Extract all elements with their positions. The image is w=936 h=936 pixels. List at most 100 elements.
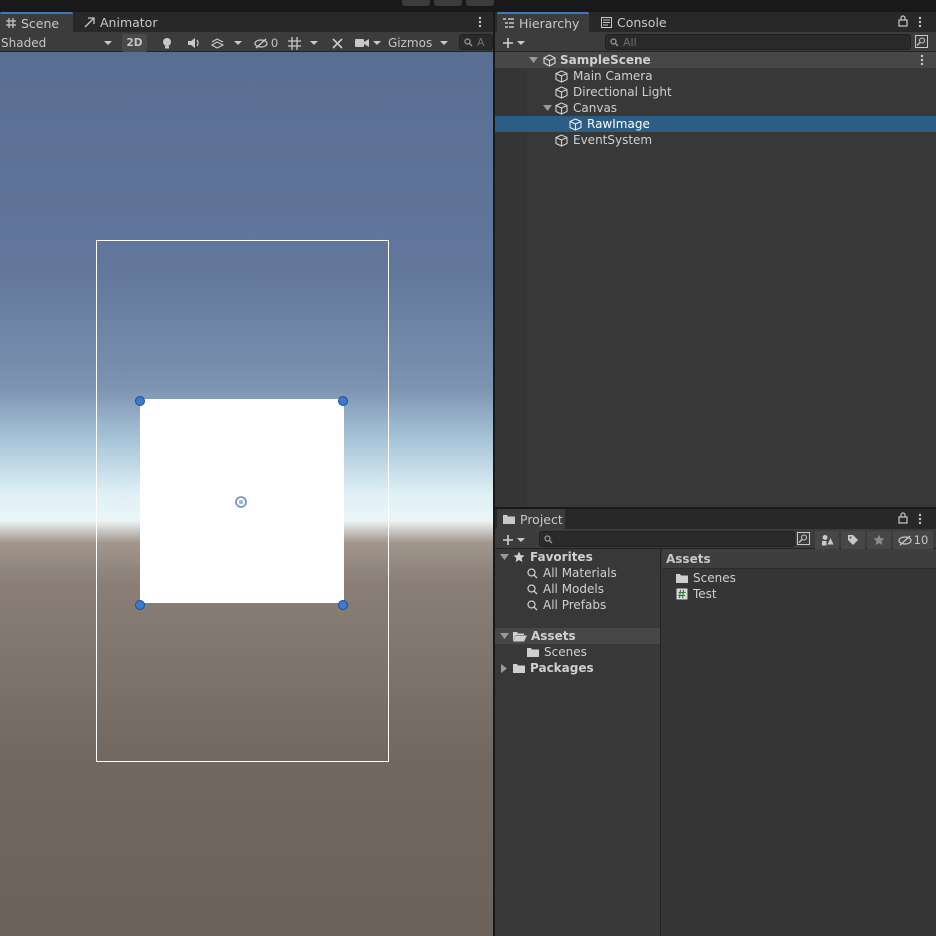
project-search-input[interactable] xyxy=(539,531,795,547)
favorite-item[interactable]: All Prefabs xyxy=(495,597,661,613)
lock-icon[interactable] xyxy=(898,512,908,524)
gameobject-cube-icon xyxy=(569,117,582,131)
pivot-icon[interactable] xyxy=(232,493,250,511)
resize-handle-bottom-left[interactable] xyxy=(135,600,145,610)
unity-scene-icon xyxy=(543,53,556,67)
tools-icon[interactable] xyxy=(326,34,348,52)
create-dropdown-button[interactable] xyxy=(501,34,527,52)
hidden-objects-toggle[interactable]: 0 xyxy=(250,34,282,52)
packages-folder-row[interactable]: Packages xyxy=(495,660,661,676)
gameobject-cube-icon xyxy=(555,101,568,115)
asset-label: Scenes xyxy=(693,571,736,585)
tab-scene[interactable]: Scene xyxy=(0,12,73,32)
hierarchy-item[interactable]: Main Camera xyxy=(495,68,936,84)
assets-folder-row[interactable]: Assets xyxy=(495,628,660,644)
tab-hierarchy[interactable]: Hierarchy xyxy=(497,12,589,32)
hidden-count: 0 xyxy=(270,36,279,50)
favorites-label: Favorites xyxy=(530,550,593,564)
gameobject-cube-icon xyxy=(555,133,568,147)
search-options-icon[interactable] xyxy=(915,35,928,48)
toggle-2d-button[interactable]: 2D xyxy=(122,34,147,52)
scene-tab-strip: Scene Animator xyxy=(0,12,493,32)
hierarchy-item-label: RawImage xyxy=(587,117,650,131)
gameobject-cube-icon xyxy=(555,85,568,99)
filter-by-label-icon[interactable] xyxy=(841,531,865,549)
folder-icon xyxy=(513,663,525,673)
pause-button[interactable] xyxy=(434,0,462,6)
breadcrumb[interactable]: Assets xyxy=(662,549,936,569)
gizmos-dropdown-icon[interactable] xyxy=(436,34,452,52)
plus-icon xyxy=(503,38,513,48)
asset-list-item[interactable]: Test xyxy=(662,586,936,602)
favorite-item[interactable]: All Materials xyxy=(495,565,661,581)
expand-arrow-icon[interactable] xyxy=(529,56,538,64)
breadcrumb-item[interactable]: Assets xyxy=(666,552,711,566)
hidden-packages-toggle[interactable]: 10 xyxy=(893,531,933,549)
favorite-star-icon[interactable] xyxy=(867,531,891,549)
search-options-icon[interactable] xyxy=(797,532,810,545)
expand-arrow-icon[interactable] xyxy=(500,632,509,640)
play-button[interactable] xyxy=(402,0,430,6)
hierarchy-icon xyxy=(503,18,514,28)
favorite-item[interactable]: All Models xyxy=(495,581,661,597)
project-more-icon[interactable] xyxy=(915,511,925,527)
tab-project[interactable]: Project xyxy=(497,509,565,529)
gizmos-button[interactable]: Gizmos xyxy=(386,34,434,52)
hierarchy-item-label: Main Camera xyxy=(573,69,653,83)
tab-animator[interactable]: Animator xyxy=(78,12,158,32)
expand-arrow-right-icon[interactable] xyxy=(500,663,508,673)
scene-header-row[interactable]: SampleScene xyxy=(495,52,936,68)
resize-handle-bottom-right[interactable] xyxy=(338,600,348,610)
search-icon xyxy=(527,599,538,611)
hierarchy-item-selected[interactable]: RawImage xyxy=(495,116,936,132)
scene-name: SampleScene xyxy=(560,53,651,67)
camera-icon[interactable] xyxy=(352,34,372,52)
tab-console-label: Console xyxy=(617,14,667,30)
expand-arrow-icon[interactable] xyxy=(543,104,552,112)
create-asset-dropdown[interactable] xyxy=(501,531,527,549)
grid-dropdown-icon[interactable] xyxy=(306,34,322,52)
hierarchy-more-icon[interactable] xyxy=(915,14,925,30)
hierarchy-search-input[interactable]: All xyxy=(605,34,911,50)
shading-mode-dropdown[interactable]: Shaded xyxy=(0,34,116,52)
folder-icon xyxy=(503,514,515,524)
scene-viewport[interactable] xyxy=(0,52,493,936)
tab-project-label: Project xyxy=(520,511,563,527)
chevron-down-icon xyxy=(517,537,525,543)
chevron-down-icon xyxy=(104,40,112,46)
tab-animator-label: Animator xyxy=(100,14,158,30)
csharp-script-icon xyxy=(676,588,688,600)
project-folder-tree: Favorites All Materials All Models All P… xyxy=(495,549,661,936)
assets-child-folder[interactable]: Scenes xyxy=(495,644,661,660)
filter-by-type-icon[interactable] xyxy=(815,531,839,549)
hierarchy-item[interactable]: Directional Light xyxy=(495,84,936,100)
scene-search-input[interactable]: A xyxy=(459,34,493,50)
scene-row-more-icon[interactable] xyxy=(917,52,927,68)
resize-handle-top-right[interactable] xyxy=(338,396,348,406)
folder-icon xyxy=(527,647,539,657)
grid-snap-icon[interactable] xyxy=(284,34,304,52)
expand-arrow-icon[interactable] xyxy=(500,553,509,561)
resize-handle-top-left[interactable] xyxy=(135,396,145,406)
asset-label: Test xyxy=(693,587,717,601)
step-button[interactable] xyxy=(466,0,494,6)
hierarchy-item[interactable]: EventSystem xyxy=(495,132,936,148)
folder-icon xyxy=(676,573,688,583)
hierarchy-item[interactable]: Canvas xyxy=(495,100,936,116)
camera-dropdown-icon[interactable] xyxy=(370,34,384,52)
scene-search-placeholder: A xyxy=(477,35,485,49)
asset-list-item[interactable]: Scenes xyxy=(662,570,936,586)
hierarchy-item-label: EventSystem xyxy=(573,133,653,147)
animator-icon xyxy=(84,16,95,28)
effects-toggle-icon[interactable] xyxy=(206,34,228,52)
lock-icon[interactable] xyxy=(898,15,908,27)
scene-more-icon[interactable] xyxy=(474,14,486,30)
hidden-packages-count: 10 xyxy=(913,533,929,547)
effects-dropdown-icon[interactable] xyxy=(230,34,246,52)
gizmos-label: Gizmos xyxy=(388,36,433,50)
audio-toggle-icon[interactable] xyxy=(182,34,204,52)
eye-slash-icon xyxy=(254,38,268,49)
tab-console[interactable]: Console xyxy=(595,12,675,32)
lighting-toggle-icon[interactable] xyxy=(156,34,178,52)
favorites-header[interactable]: Favorites xyxy=(495,549,661,565)
